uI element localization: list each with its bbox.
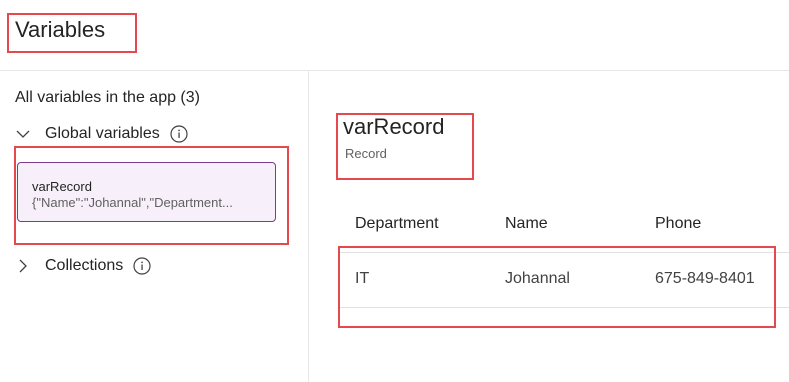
info-icon[interactable] — [170, 125, 188, 143]
table-cell-phone: 675-849-8401 — [655, 270, 755, 287]
table-row-divider — [340, 252, 789, 253]
chevron-down-icon — [15, 126, 31, 142]
panel-divider — [308, 71, 309, 382]
tree-group-global-variables[interactable]: Global variables — [15, 125, 188, 143]
table-header-department: Department — [355, 215, 439, 232]
table-header-name: Name — [505, 215, 548, 232]
tree-group-collections[interactable]: Collections — [15, 257, 151, 275]
tree-group-label: Global variables — [45, 125, 160, 142]
table-cell-name: Johannal — [505, 270, 570, 287]
info-icon[interactable] — [133, 257, 151, 275]
variable-card-varrecord[interactable]: varRecord {"Name":"Johannal","Department… — [17, 162, 276, 222]
variables-count-heading: All variables in the app (3) — [15, 89, 200, 106]
table-header-phone: Phone — [655, 215, 702, 232]
detail-variable-type: Record — [345, 146, 387, 161]
page-title: Variables — [15, 17, 106, 42]
variable-name: varRecord — [32, 179, 92, 194]
table-row-divider — [340, 307, 789, 308]
variable-value-preview: {"Name":"Johannal","Department... — [32, 195, 233, 210]
chevron-right-icon — [15, 258, 31, 274]
table-cell-department: IT — [355, 270, 370, 287]
header-divider — [0, 70, 789, 71]
detail-variable-name: varRecord — [343, 114, 445, 139]
tree-group-label: Collections — [45, 257, 124, 274]
